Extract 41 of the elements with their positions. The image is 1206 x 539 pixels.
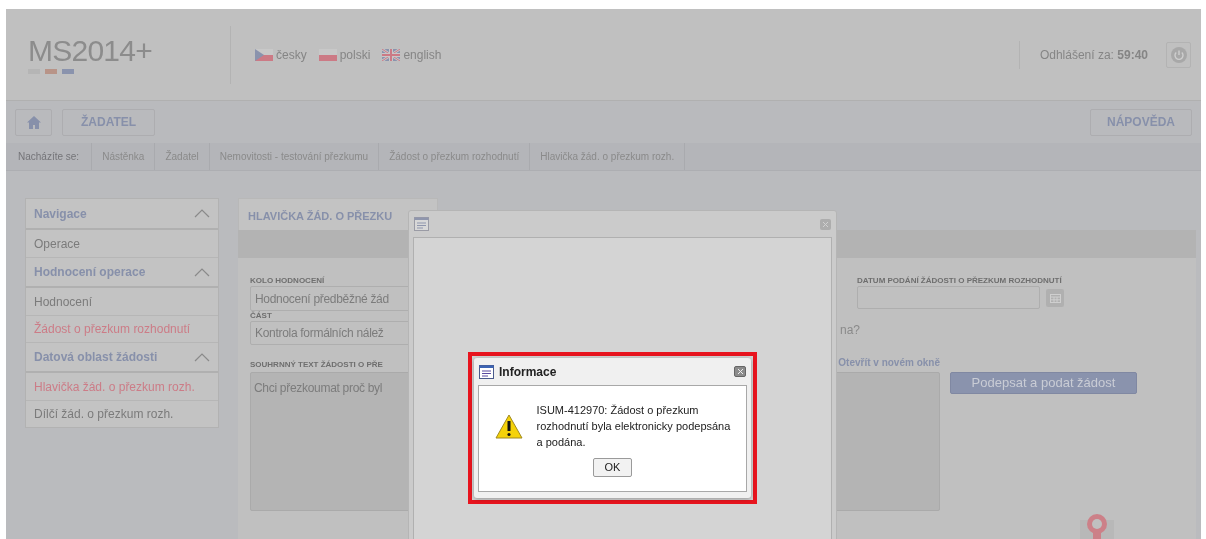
home-icon xyxy=(26,115,41,129)
section-header[interactable]: Hodnocení operace xyxy=(34,263,146,281)
navigation-link[interactable]: Hlavička žád. o přezkum rozh. xyxy=(34,377,195,396)
sign-and-submit-button[interactable]: Podepsat a podat žádost xyxy=(950,372,1137,394)
section-header[interactable]: Datová oblast žádosti xyxy=(34,348,158,366)
power-button[interactable] xyxy=(1166,41,1191,68)
power-icon xyxy=(1170,46,1187,63)
field-label: KOLO HODNOCENÍ xyxy=(250,276,326,286)
navigation-link[interactable]: Dílčí žád. o přezkum rozh. xyxy=(34,405,174,423)
dialog-title: Informace xyxy=(499,363,557,381)
close-icon xyxy=(823,221,828,227)
breadcrumb-label: Nacházíte se: xyxy=(6,143,93,170)
close-icon xyxy=(737,369,743,374)
home-button[interactable] xyxy=(15,108,52,136)
field-label: ČÁST xyxy=(250,311,273,321)
flag-icon xyxy=(255,48,273,61)
language-link[interactable]: česky xyxy=(255,45,307,64)
chevron-up-icon[interactable] xyxy=(194,352,210,362)
logout-timer: Odhlášení za: 59:40 xyxy=(1039,46,1148,64)
window-icon xyxy=(414,217,429,231)
field-label: DATUM PODÁNÍ ŽÁDOSTI O PŘEZKUM ROZHODNUTÍ xyxy=(857,276,1063,286)
navigation-link[interactable]: Operace xyxy=(34,234,81,253)
warning-icon xyxy=(494,413,523,439)
window-icon xyxy=(479,364,494,379)
section-header[interactable]: Navigace xyxy=(34,204,87,223)
ok-button[interactable]: OK xyxy=(593,458,632,477)
open-in-new-window-link[interactable]: Otevřít v novém okně xyxy=(838,355,940,370)
dialog-message: ISUM-412970: Žádost o přezkum rozhodnutí byla elektronicky podepsána a podána. xyxy=(536,403,732,450)
chevron-up-icon[interactable] xyxy=(194,267,210,277)
calendar-button[interactable] xyxy=(1046,288,1064,307)
navigation-link[interactable]: Hodnocení xyxy=(34,292,93,311)
flag-icon xyxy=(318,48,337,61)
close-button[interactable] xyxy=(734,366,746,377)
navigation-link[interactable]: Žádost o přezkum rozhodnutí xyxy=(34,320,191,338)
calendar-icon xyxy=(1049,292,1061,303)
language-link[interactable]: english xyxy=(382,45,442,64)
panel-title: HLAVIČKA ŽÁD. O PŘEZKU xyxy=(238,198,438,230)
chevron-up-icon[interactable] xyxy=(194,209,210,218)
field-label: SOUHRNNÝ TEXT ŽÁDOSTI O PŘE xyxy=(250,360,383,370)
language-link[interactable]: polski xyxy=(318,45,371,64)
flag-icon xyxy=(382,48,401,61)
